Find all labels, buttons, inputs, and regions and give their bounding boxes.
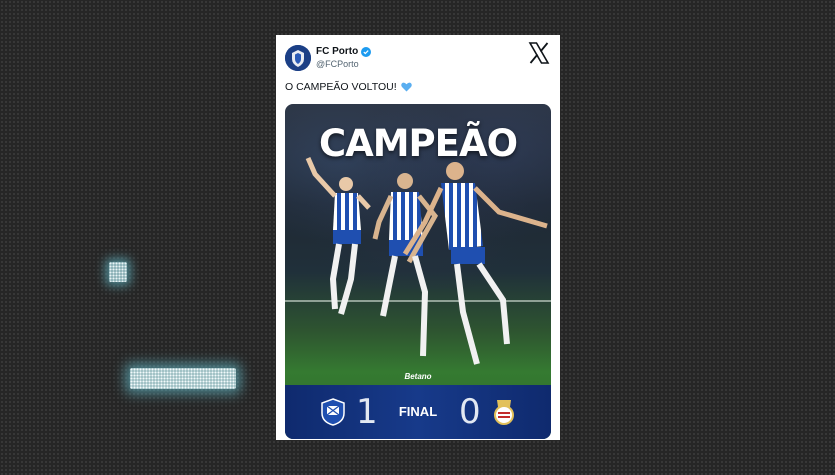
author-name[interactable]: FC Porto — [316, 46, 372, 57]
fc-porto-crest-icon — [285, 45, 311, 71]
avatar[interactable] — [285, 45, 311, 71]
embedded-tweet-card[interactable]: FC Porto @FCPorto O CAMPEÃO VOLTOU! CAMP… — [276, 35, 560, 440]
away-score: 0 — [459, 392, 481, 432]
player-middle — [372, 173, 439, 357]
scoreboard: 1 FINAL 0 — [285, 385, 551, 439]
x-logo-icon[interactable] — [527, 41, 551, 65]
tweet-media-image[interactable]: CAMPEÃO Betano 1 FINAL 0 — [285, 104, 551, 439]
tweet-text-content: O CAMPEÃO VOLTOU! — [285, 81, 397, 93]
tweet-text: O CAMPEÃO VOLTOU! — [285, 81, 412, 93]
glowing-led-panel-wide — [130, 368, 236, 389]
celebrating-players-illustration — [305, 156, 548, 365]
glowing-led-panel-small — [109, 262, 127, 282]
author-name-text[interactable]: FC Porto — [316, 46, 358, 57]
player-left — [305, 156, 371, 315]
verified-badge-icon — [361, 46, 372, 57]
blue-heart-icon — [400, 82, 412, 92]
sponsor-logo: Betano — [404, 372, 432, 381]
author-handle[interactable]: @FCPorto — [316, 59, 359, 69]
away-team-crest-icon — [494, 400, 514, 425]
